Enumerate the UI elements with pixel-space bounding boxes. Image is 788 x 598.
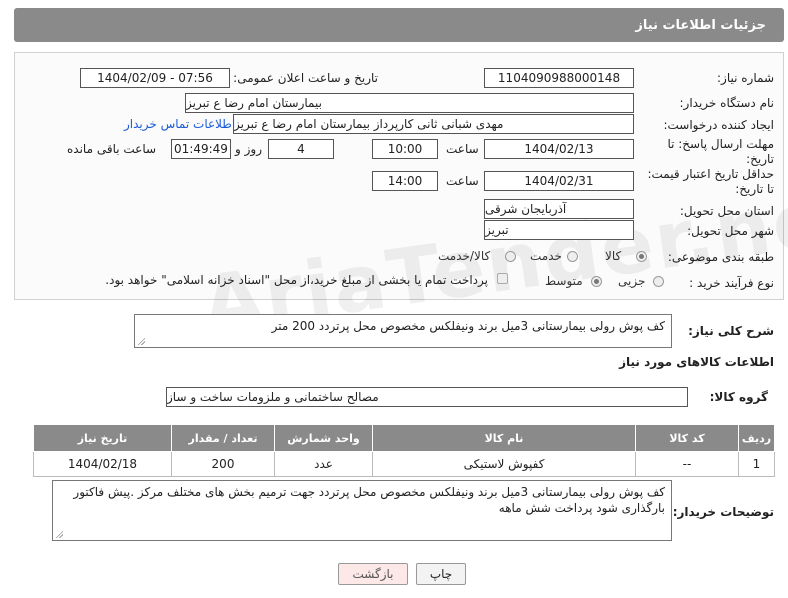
cell-name: کفپوش لاستیکی bbox=[372, 451, 636, 477]
goods-section-title: اطلاعات کالاهای مورد نیاز bbox=[619, 355, 774, 369]
resize-grip-icon[interactable] bbox=[137, 337, 145, 345]
deadline-label: مهلت ارسال پاسخ: تا تاریخ: bbox=[667, 137, 774, 166]
creator-label: ایجاد کننده درخواست: bbox=[663, 118, 774, 132]
buyer-org-label: نام دستگاه خریدار: bbox=[679, 96, 775, 110]
validity-date-field[interactable]: 1404/02/31 bbox=[484, 171, 634, 191]
need-number-field[interactable]: 1104090988000148 bbox=[484, 68, 634, 88]
goods-table: ردیف کد کالا نام کالا واحد شمارش تعداد /… bbox=[33, 424, 775, 477]
process-option-minor: جزیی bbox=[618, 274, 646, 288]
creator-field[interactable]: مهدی شبانی ثانی کارپرداز بیمارستان امام … bbox=[233, 114, 634, 134]
city-label: شهر محل تحویل: bbox=[687, 224, 774, 238]
remaining-label: ساعت باقی مانده bbox=[67, 142, 157, 156]
goods-table-header: ردیف کد کالا نام کالا واحد شمارش تعداد /… bbox=[33, 424, 775, 452]
category-option-service: خدمت bbox=[530, 249, 562, 263]
announce-date-field[interactable]: 1404/02/09 - 07:56 bbox=[80, 68, 230, 88]
buyer-notes-textarea[interactable]: کف پوش رولی بیمارستانی 3میل برند ونیفلکس… bbox=[52, 480, 672, 541]
process-option-medium: متوسط bbox=[545, 274, 583, 288]
resize-grip-icon[interactable] bbox=[55, 530, 63, 538]
buyer-notes-line-1: کف پوش رولی بیمارستانی 3میل برند ونیفلکس… bbox=[73, 485, 665, 499]
province-label: استان محل تحویل: bbox=[679, 204, 774, 218]
city-field[interactable]: تبریز bbox=[484, 220, 634, 240]
col-unit: واحد شمارش bbox=[274, 424, 373, 452]
remaining-days-field[interactable]: 4 bbox=[268, 139, 334, 159]
process-radio-minor[interactable] bbox=[653, 276, 664, 287]
validity-time-field[interactable]: 14:00 bbox=[372, 171, 438, 191]
treasury-payment-note: پرداخت تمام یا بخشی از مبلغ خرید،از محل … bbox=[105, 273, 488, 287]
buyer-contact-link[interactable]: اطلاعات تماس خریدار bbox=[124, 117, 235, 131]
cell-unit: عدد bbox=[274, 451, 373, 477]
col-code: کد کالا bbox=[635, 424, 739, 452]
cell-date: 1404/02/18 bbox=[33, 451, 172, 477]
goods-group-label: گروه کالا: bbox=[709, 390, 768, 404]
remaining-time-field[interactable]: 01:49:49 bbox=[171, 139, 231, 159]
cell-code: -- bbox=[635, 451, 739, 477]
deadline-time-field[interactable]: 10:00 bbox=[372, 139, 438, 159]
need-number-label: شماره نیاز: bbox=[717, 71, 774, 85]
buyer-notes-line-2: بارگذاری شود پرداخت شش ماهه bbox=[498, 501, 665, 515]
summary-text: کف پوش رولی بیمارستانی 3میل برند ونیفلکس… bbox=[271, 319, 665, 333]
category-label: طبقه بندی موضوعی: bbox=[667, 250, 774, 264]
category-radio-goods[interactable] bbox=[636, 251, 647, 262]
page-header: جزئیات اطلاعات نیاز bbox=[14, 8, 784, 42]
cell-row: 1 bbox=[738, 451, 775, 477]
col-date: تاریخ نیاز bbox=[33, 424, 172, 452]
col-qty: تعداد / مقدار bbox=[171, 424, 275, 452]
print-button[interactable]: چاپ bbox=[416, 563, 466, 585]
process-radio-medium[interactable] bbox=[591, 276, 602, 287]
back-button[interactable]: بازگشت bbox=[338, 563, 408, 585]
process-label: نوع فرآیند خرید : bbox=[689, 276, 774, 290]
treasury-payment-checkbox[interactable] bbox=[497, 273, 508, 284]
goods-group-field[interactable]: مصالح ساختمانی و ملزومات ساخت و ساز bbox=[166, 387, 688, 407]
cell-qty: 200 bbox=[171, 451, 275, 477]
category-option-goods: کالا bbox=[605, 249, 622, 263]
col-row: ردیف bbox=[738, 424, 775, 452]
summary-label: شرح کلی نیاز: bbox=[688, 324, 774, 338]
buyer-org-field[interactable]: بیمارستان امام رضا ع تبریز bbox=[185, 93, 634, 113]
validity-label: حداقل تاریخ اعتبار قیمت: تا تاریخ: bbox=[647, 167, 774, 196]
province-field[interactable]: آذربایجان شرقی bbox=[484, 199, 634, 219]
category-option-goods-service: کالا/خدمت bbox=[438, 249, 491, 263]
page-title: جزئیات اطلاعات نیاز bbox=[635, 17, 766, 33]
category-radio-goods-service[interactable] bbox=[505, 251, 516, 262]
col-name: نام کالا bbox=[372, 424, 636, 452]
category-radio-service[interactable] bbox=[567, 251, 578, 262]
announce-date-label: تاریخ و ساعت اعلان عمومی: bbox=[233, 71, 378, 85]
buyer-notes-label: توضیحات خریدار: bbox=[672, 505, 774, 519]
table-row[interactable]: 1 -- کفپوش لاستیکی عدد 200 1404/02/18 bbox=[33, 451, 775, 477]
days-label: روز و bbox=[235, 142, 262, 156]
validity-hour-label: ساعت bbox=[446, 174, 479, 188]
deadline-date-field[interactable]: 1404/02/13 bbox=[484, 139, 634, 159]
deadline-hour-label: ساعت bbox=[446, 142, 479, 156]
summary-textarea[interactable]: کف پوش رولی بیمارستانی 3میل برند ونیفلکس… bbox=[134, 314, 672, 348]
